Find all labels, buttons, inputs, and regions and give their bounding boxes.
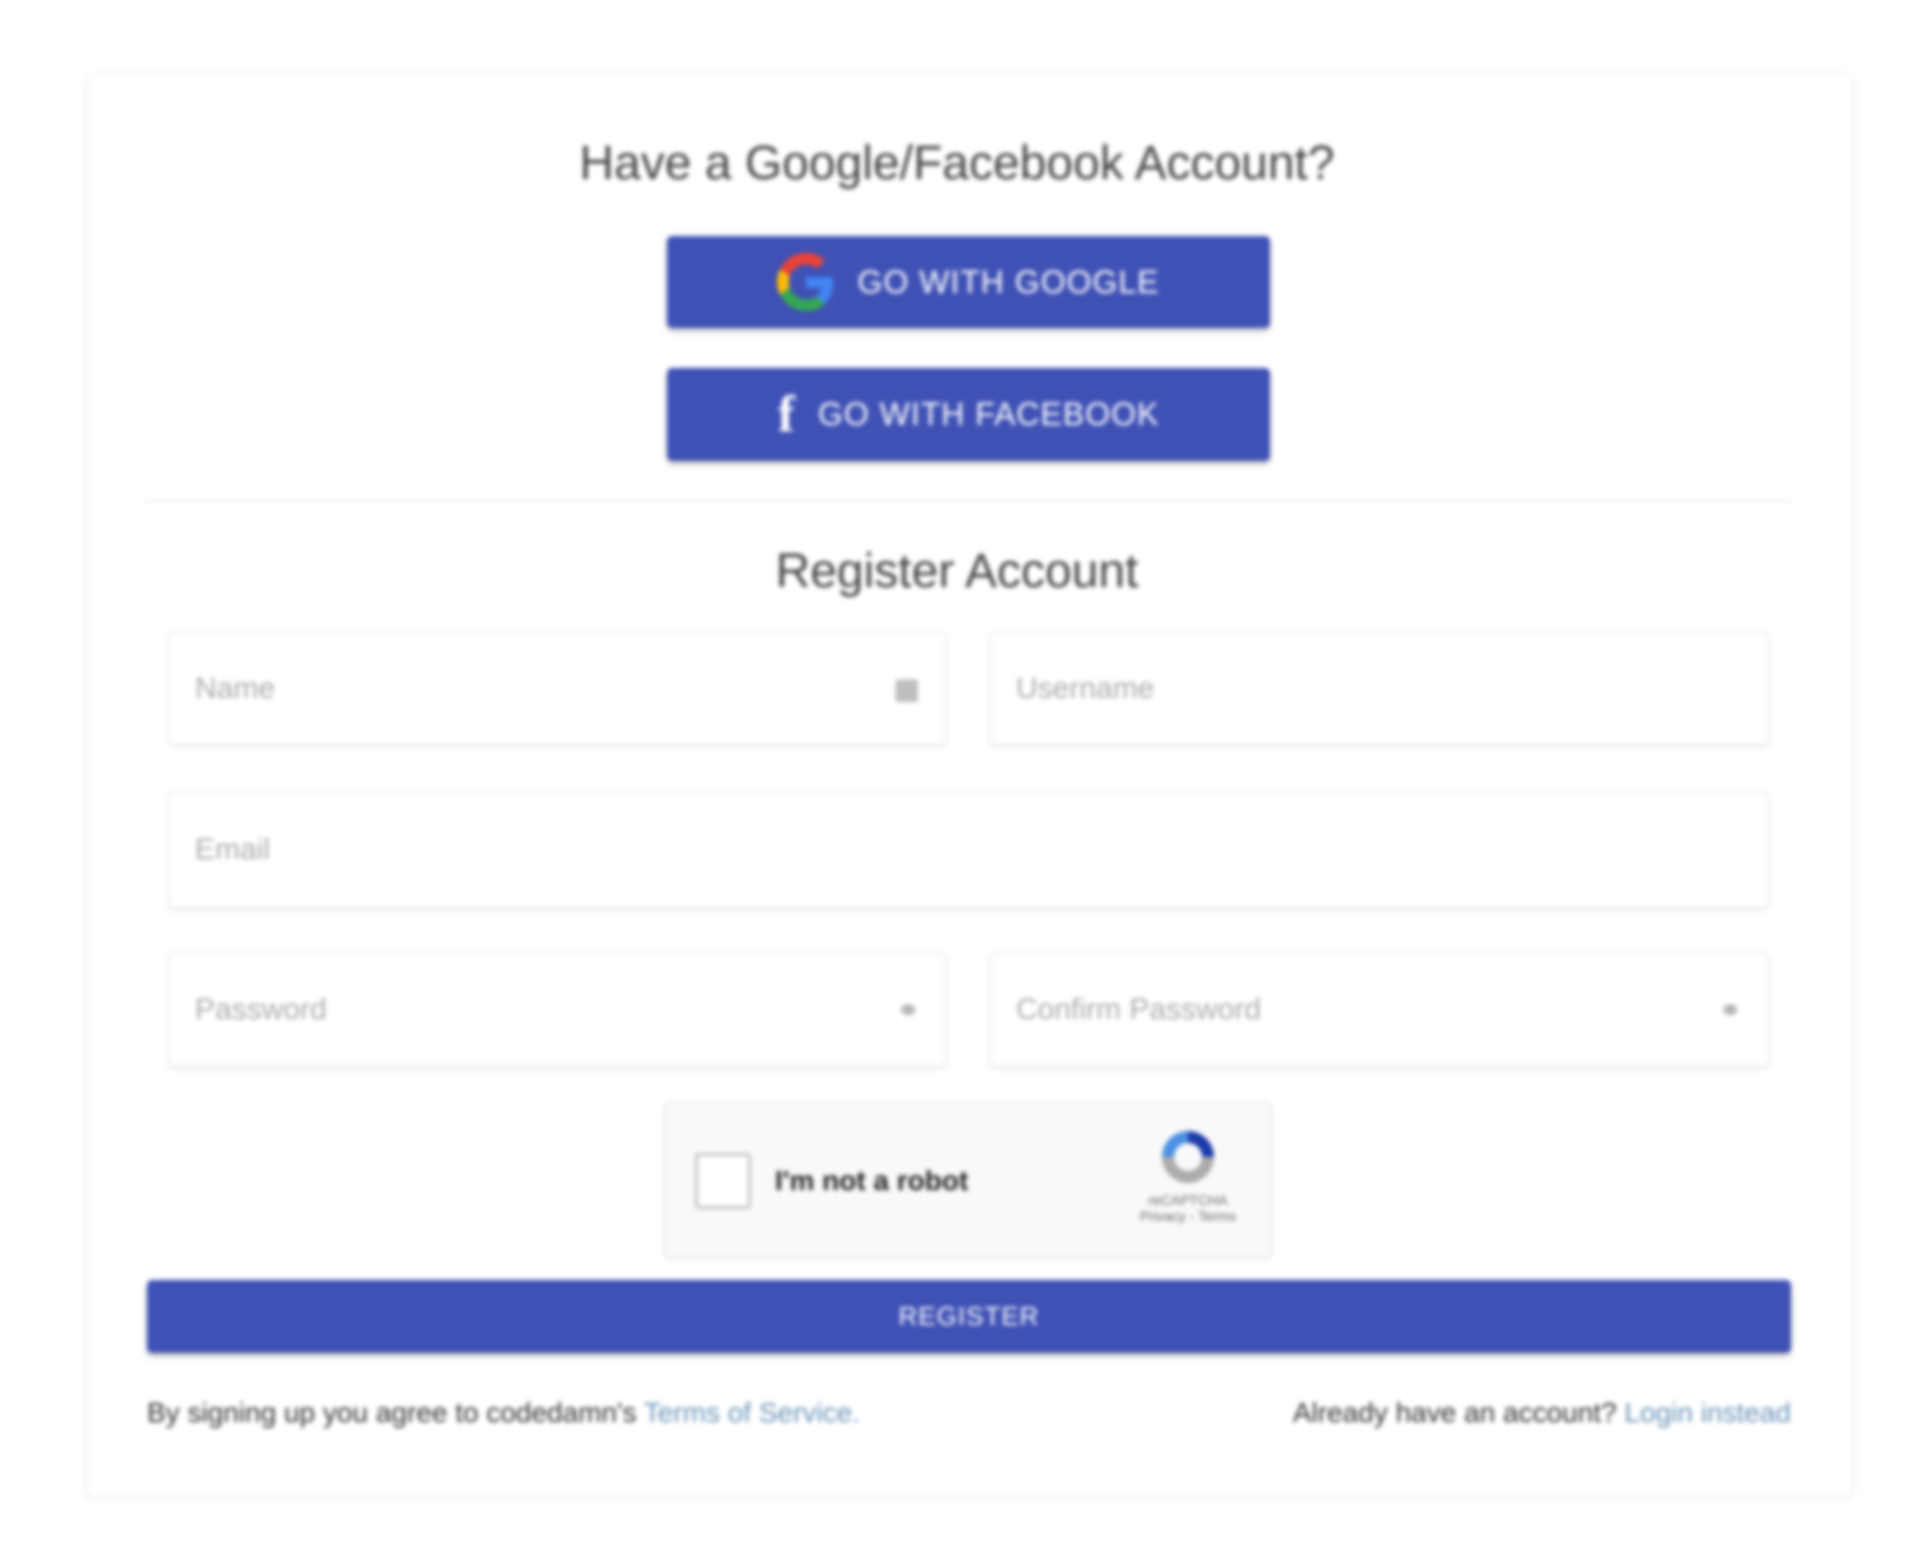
- password-field[interactable]: ⚭: [168, 953, 947, 1067]
- recaptcha-logo: reCAPTCHA Privacy - Terms: [1133, 1125, 1243, 1224]
- divider: [145, 500, 1791, 502]
- password-input[interactable]: [195, 993, 848, 1027]
- recaptcha-checkbox[interactable]: [695, 1153, 751, 1209]
- facebook-button-label: GO WITH FACEBOOK: [817, 396, 1160, 432]
- confirm-password-input[interactable]: [1016, 993, 1670, 1027]
- login-notice: Already have an account? Login instead: [1293, 1397, 1791, 1429]
- social-title: Have a Google/Facebook Account?: [579, 137, 1335, 190]
- email-field[interactable]: [168, 791, 1769, 908]
- recaptcha-privacy-link[interactable]: Privacy: [1140, 1208, 1186, 1224]
- register-button[interactable]: REGISTER: [147, 1280, 1791, 1353]
- terms-notice: By signing up you agree to codedamn's Te…: [147, 1397, 860, 1429]
- recaptcha-label: I'm not a robot: [775, 1165, 969, 1196]
- recaptcha-terms-link[interactable]: Terms: [1198, 1208, 1236, 1224]
- register-title: Register Account: [775, 545, 1139, 598]
- google-button[interactable]: GO WITH GOOGLE: [667, 236, 1270, 328]
- terms-text: By signing up you agree to codedamn's: [147, 1397, 644, 1428]
- terms-of-service-link[interactable]: Terms of Service.: [644, 1397, 860, 1428]
- google-icon: [777, 253, 834, 311]
- email-input[interactable]: [195, 832, 1588, 867]
- username-field[interactable]: [989, 632, 1769, 745]
- key-icon: ⚭: [1718, 994, 1742, 1026]
- recaptcha-icon: [1162, 1131, 1214, 1183]
- recaptcha-widget: I'm not a robot reCAPTCHA Privacy - Term…: [664, 1102, 1272, 1258]
- facebook-icon: f: [777, 386, 796, 443]
- recaptcha-brand: reCAPTCHA: [1148, 1192, 1228, 1208]
- already-account-text: Already have an account?: [1292, 1397, 1625, 1428]
- register-button-label: REGISTER: [898, 1301, 1040, 1331]
- name-input[interactable]: [195, 671, 848, 706]
- login-instead-link[interactable]: Login instead: [1624, 1397, 1791, 1428]
- contact-card-icon: ▦: [893, 673, 920, 704]
- name-field[interactable]: ▦: [168, 632, 947, 745]
- confirm-password-field[interactable]: ⚭: [989, 953, 1769, 1067]
- key-icon: ⚭: [896, 994, 920, 1026]
- facebook-button[interactable]: f GO WITH FACEBOOK: [667, 368, 1270, 461]
- username-input[interactable]: [1016, 671, 1670, 706]
- google-button-label: GO WITH GOOGLE: [857, 263, 1160, 300]
